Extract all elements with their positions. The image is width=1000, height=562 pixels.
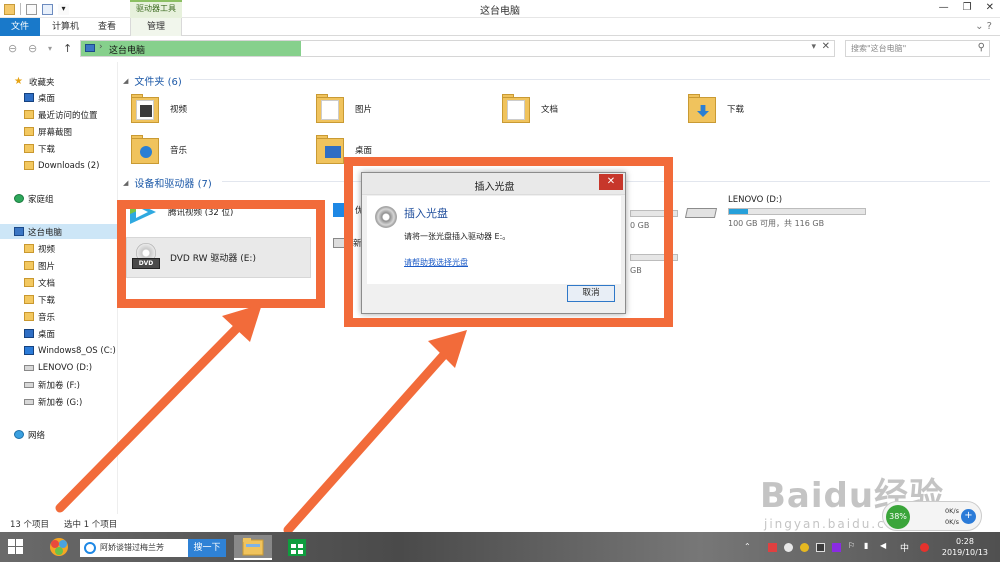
tray-app-icon-3[interactable] (832, 543, 841, 552)
ie-icon (84, 542, 96, 554)
notification-icon[interactable] (784, 543, 793, 552)
taskbar-search-button[interactable]: 搜一下 (188, 539, 226, 557)
tray-chevron-icon[interactable]: ⌃ (744, 542, 751, 551)
flag-icon[interactable]: ⚐ (848, 541, 855, 550)
plus-icon[interactable]: + (961, 509, 976, 524)
browser-app-icon[interactable] (40, 535, 78, 560)
file-explorer-app-icon[interactable] (234, 535, 272, 560)
ime-indicator[interactable]: 中 (900, 541, 909, 554)
system-tray: ⌃ ⚐ ▮ ◀ 中 0:28 2019/10/13 (740, 532, 1000, 562)
tray-app-icon-2[interactable] (816, 543, 825, 552)
network-speed-widget[interactable]: 38% 0K/s 0K/s + (882, 501, 982, 531)
upload-speed: 0K/s (945, 507, 959, 515)
download-speed: 0K/s (945, 518, 959, 526)
arrow-line-2 (283, 343, 455, 535)
windows-start-icon[interactable] (8, 539, 24, 555)
wifi-icon[interactable]: ▮ (864, 541, 868, 550)
taskbar-search-input[interactable]: 阿娇谈错过梅兰芳 (80, 539, 188, 557)
volume-icon[interactable]: ◀ (880, 541, 886, 550)
arrow-line-1 (55, 317, 248, 513)
clock[interactable]: 0:28 2019/10/13 (942, 536, 988, 558)
tray-app-icon[interactable] (768, 543, 777, 552)
store-app-icon[interactable] (278, 535, 316, 560)
memory-percent: 38% (886, 505, 910, 529)
qq-icon[interactable] (800, 543, 809, 552)
sogou-icon[interactable] (920, 543, 929, 552)
taskbar: 阿娇谈错过梅兰芳 搜一下 ⌃ ⚐ ▮ ◀ 中 0:28 2019/10/13 (0, 532, 1000, 562)
